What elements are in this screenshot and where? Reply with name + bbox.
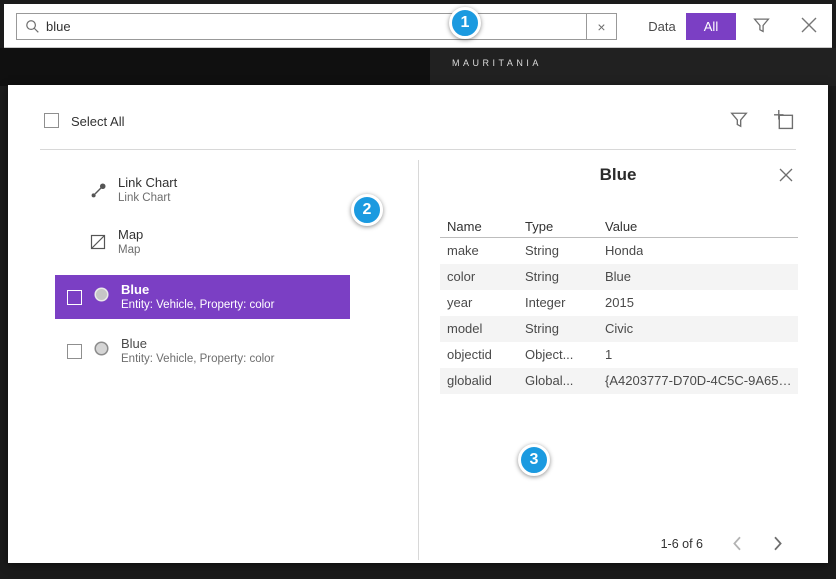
item-subtitle: Entity: Vehicle, Property: color [121,352,274,366]
cell-type: String [525,316,559,342]
pagination-next-icon[interactable] [772,536,783,556]
item-subtitle: Map [118,243,143,257]
list-item-blue[interactable]: Blue Entity: Vehicle, Property: color [55,329,350,373]
entity-circle-icon [92,285,111,309]
table-row: model String Civic [440,316,798,342]
cell-value: Civic [605,316,633,342]
cell-type: String [525,264,559,290]
search-box: × [16,13,617,40]
app-window: MAURITANIA × Data All 1 2 3 Select All [0,0,836,579]
table-header: Name Type Value [440,215,798,238]
search-icon [17,19,46,34]
item-subtitle: Link Chart [118,191,177,205]
callout-badge-3: 3 [518,444,550,476]
filter-icon[interactable] [730,111,748,134]
column-header-name: Name [447,215,482,238]
item-title: Map [118,227,143,243]
search-results-panel: Select All Link Chart Link Chart Map [8,85,828,563]
cell-name: model [447,316,482,342]
select-all-label: Select All [71,114,124,129]
pagination-label: 1-6 of 6 [623,537,703,551]
table-row: objectid Object... 1 [440,342,798,368]
item-checkbox[interactable] [67,290,82,305]
data-toggle-button[interactable]: Data [638,13,686,40]
column-header-value: Value [605,215,637,238]
table-row: make String Honda [440,238,798,264]
item-title: Blue [121,282,274,298]
list-item-blue-selected[interactable]: Blue Entity: Vehicle, Property: color [55,275,350,319]
pagination-prev-icon[interactable] [732,536,743,556]
callout-badge-1: 1 [449,7,481,39]
cell-value: Honda [605,238,643,264]
table-row: globalid Global... {A4203777-D70D-4C5C-9… [440,368,798,394]
select-all-checkbox[interactable] [44,113,59,128]
map-region-label: MAURITANIA [452,58,542,68]
item-title: Blue [121,336,274,352]
cell-name: globalid [447,368,492,394]
cell-name: make [447,238,479,264]
cell-value: 2015 [605,290,634,316]
cell-type: Integer [525,290,565,316]
map-icon [88,234,108,250]
cell-type: Global... [525,368,573,394]
details-title: Blue [438,165,798,185]
cell-value: 1 [605,342,612,368]
cell-value: Blue [605,264,631,290]
table-row: color String Blue [440,264,798,290]
all-toggle-button[interactable]: All [686,13,736,40]
add-to-link-chart-icon[interactable] [773,109,794,135]
link-chart-icon [88,182,108,199]
item-title: Link Chart [118,175,177,191]
entity-circle-icon [92,339,111,363]
item-subtitle: Entity: Vehicle, Property: color [121,298,274,312]
close-icon[interactable] [799,15,819,40]
list-item-link-chart[interactable]: Link Chart Link Chart [88,175,177,205]
horizontal-divider [40,149,796,150]
list-item-map[interactable]: Map Map [88,227,143,257]
search-toolbar: × Data All [4,4,832,48]
table-row: year Integer 2015 [440,290,798,316]
clear-search-button[interactable]: × [586,14,616,39]
item-checkbox[interactable] [67,344,82,359]
column-header-type: Type [525,215,553,238]
cell-name: color [447,264,475,290]
cell-type: String [525,238,559,264]
filter-icon[interactable] [753,17,770,39]
cell-value: {A4203777-D70D-4C5C-9A65-C... [605,368,793,394]
cell-type: Object... [525,342,573,368]
vertical-divider [418,160,419,560]
callout-badge-2: 2 [351,194,383,226]
cell-name: objectid [447,342,492,368]
search-input[interactable] [46,14,586,39]
cell-name: year [447,290,472,316]
details-close-icon[interactable] [778,167,794,188]
